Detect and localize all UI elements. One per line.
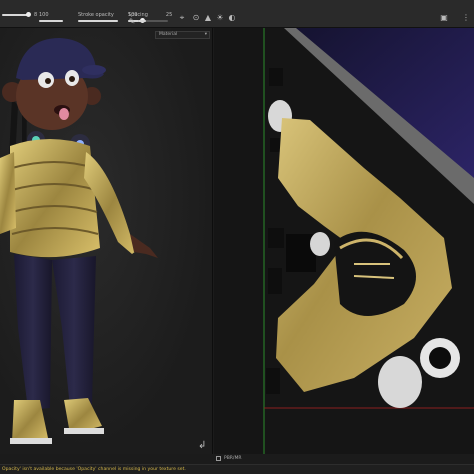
render-mode-toggle[interactable]: PBR/MR — [216, 456, 241, 461]
secondary-slider[interactable] — [138, 20, 168, 22]
2d-uv-viewport[interactable]: ▣ Material ▾ — [214, 28, 474, 454]
3d-viewport[interactable]: Material ▾ ↲ — [0, 28, 213, 454]
stroke-opacity-slider[interactable] — [78, 20, 118, 22]
menu-icon[interactable]: ⋮ — [462, 14, 470, 22]
camera-icon[interactable]: ▲ — [204, 14, 212, 22]
tool-properties-toolbar: 8 100 Stroke opacity 100 Spacing 25 ✎ ⌖ … — [0, 0, 474, 28]
axis-gizmo-icon: ↲ — [198, 440, 207, 451]
symmetry-icon[interactable]: ⌖ — [178, 14, 186, 22]
render-mode-label: PBR/MR — [224, 456, 242, 461]
status-bar: Opacity' isn't available because 'Opacit… — [0, 464, 474, 474]
size-slider[interactable] — [2, 12, 31, 17]
size-value[interactable]: 8 — [34, 12, 37, 18]
lazy-mouse-icon[interactable]: ⊙ — [192, 14, 200, 22]
light-icon[interactable]: ☀ — [216, 14, 224, 22]
secondary-slider-row[interactable] — [138, 15, 168, 27]
uv-texture-preview[interactable] — [214, 28, 474, 454]
display-settings-icon[interactable]: ◐ — [228, 14, 236, 22]
character-model[interactable] — [0, 28, 213, 454]
size-control[interactable]: 8 — [2, 9, 37, 21]
flow-slider[interactable] — [39, 20, 63, 22]
status-warning-text: Opacity' isn't available because 'Opacit… — [2, 467, 186, 472]
brush-icon[interactable]: ✎ — [128, 18, 136, 26]
fullscreen-icon[interactable]: ▣ — [440, 14, 448, 22]
checkbox-icon[interactable] — [216, 456, 221, 461]
flow-slider-row[interactable] — [39, 15, 63, 27]
stroke-opacity-slider-row[interactable] — [78, 15, 118, 27]
